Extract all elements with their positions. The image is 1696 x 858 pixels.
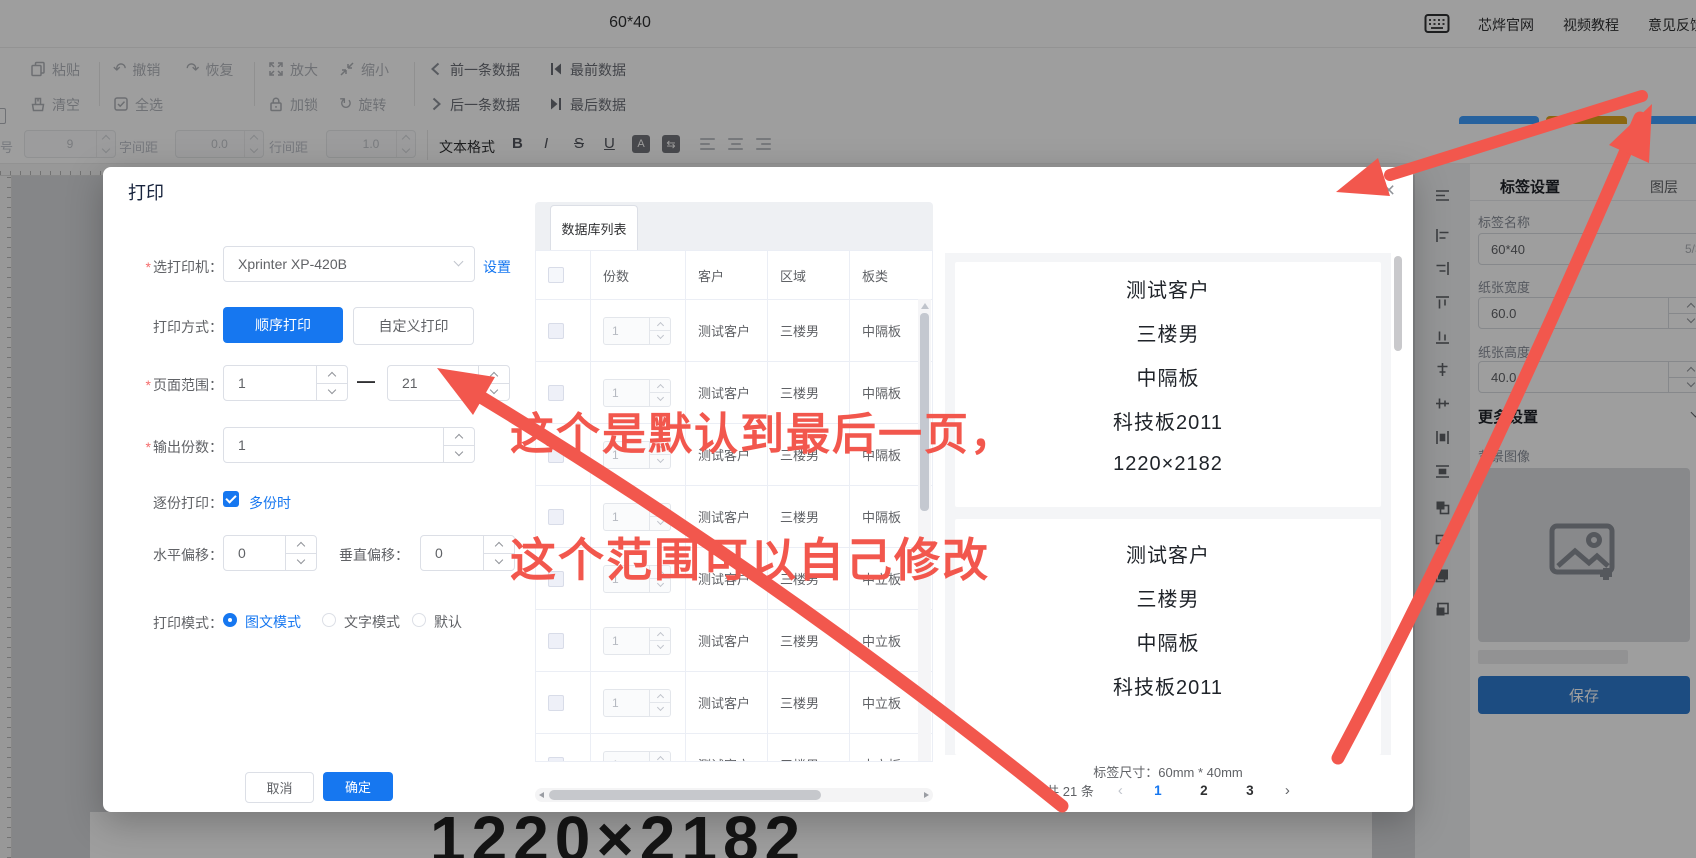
page-range-label: * 页面范围： — [145, 377, 223, 393]
cancel-button[interactable]: 取消 — [245, 772, 314, 803]
vertical-offset-input[interactable]: 0 — [420, 535, 515, 571]
tab-database-list[interactable]: 数据库列表 — [550, 205, 638, 251]
check-icon — [225, 492, 237, 504]
horizontal-offset-label: 水平偏移： — [153, 547, 223, 563]
preview-scrollbar-thumb[interactable] — [1394, 256, 1402, 351]
close-icon[interactable]: × — [1375, 177, 1403, 205]
select-all-checkbox[interactable] — [548, 267, 564, 283]
chevron-down-icon — [453, 256, 464, 267]
page-range-to-input[interactable]: 21 — [387, 365, 510, 401]
pagination-prev-icon[interactable]: ‹ — [1118, 782, 1123, 799]
annotation-text-1: 这个是默认到最后一页， — [510, 410, 1016, 459]
copies-input[interactable]: 1 — [223, 427, 475, 463]
custom-print-button[interactable]: 自定义打印 — [353, 307, 474, 345]
row-copies-stepper[interactable]: 1 — [603, 316, 671, 345]
radio-text-mode-label[interactable]: 文字模式 — [344, 612, 400, 632]
radio-graphic-mode-label[interactable]: 图文模式 — [245, 612, 301, 632]
col-header-customer: 客户 — [686, 251, 768, 299]
row-checkbox[interactable] — [548, 508, 564, 525]
scroll-right-arrow-icon[interactable] — [924, 792, 929, 798]
print-dialog: 打印 × * 选打印机： Xprinter XP-420B 设置 打印方式： 顺序… — [103, 167, 1413, 812]
row-checkbox[interactable] — [548, 632, 564, 649]
sequential-print-button[interactable]: 顺序打印 — [223, 307, 343, 343]
table-row: 1 测试客户 三楼男 中立板 — [536, 610, 932, 672]
scroll-up-arrow-icon[interactable] — [920, 303, 929, 309]
radio-default-mode-label[interactable]: 默认 — [434, 612, 462, 632]
range-dash: — — [357, 371, 375, 391]
collate-label: 逐份打印： — [153, 495, 223, 511]
table-row: 1 测试客户 三楼男 中隔板 — [536, 300, 932, 362]
collate-checkbox[interactable] — [223, 491, 239, 507]
printer-select[interactable]: Xprinter XP-420B — [223, 246, 475, 282]
copies-label: * 输出份数： — [145, 439, 223, 455]
label-preview-card: 测试客户 三楼男 中隔板 科技板2011 — [955, 519, 1381, 755]
page-range-from-stepper[interactable] — [316, 366, 347, 400]
page-2[interactable]: 2 — [1193, 783, 1215, 798]
data-table: 份数 客户 区域 板类 1 测试客户 三楼男 中隔板 1 测试客户 三楼男 中隔… — [535, 250, 933, 762]
row-copies-stepper[interactable]: 1 — [603, 688, 671, 717]
col-header-board: 板类 — [862, 268, 889, 284]
label-preview-card: 测试客户 三楼男 中隔板 科技板2011 1220×2182 — [955, 262, 1381, 507]
col-header-region: 区域 — [768, 251, 850, 299]
table-horizontal-scrollbar[interactable] — [535, 788, 933, 802]
pagination: 共 21 条 ‹ 1 2 3 › — [945, 779, 1391, 801]
radio-graphic-mode[interactable] — [223, 613, 237, 627]
app-root: 60*40 芯烨官网 视频教程 意见反馈 粘贴 清空 ↶ 撤销 ↷ 恢复 — [0, 0, 1696, 858]
col-header-copies: 份数 — [591, 251, 686, 299]
page-1[interactable]: 1 — [1147, 783, 1169, 798]
printer-settings-link[interactable]: 设置 — [483, 257, 511, 277]
radio-default-mode[interactable] — [412, 613, 426, 627]
render-mode-label: 打印模式： — [153, 615, 223, 631]
pagination-total: 共 21 条 — [1046, 783, 1094, 799]
pagination-next-icon[interactable]: › — [1285, 782, 1290, 799]
page-range-to-stepper[interactable] — [478, 366, 509, 400]
table-row: 1 测试客户 三楼男 中立板 — [536, 672, 932, 734]
scrollbar-thumb[interactable] — [549, 790, 821, 800]
print-method-label: 打印方式： — [153, 319, 223, 335]
table-row: 1 测试客户 三楼男 中立板 — [536, 734, 932, 761]
row-copies-stepper[interactable]: 1 — [603, 626, 671, 655]
collate-option-label[interactable]: 多份时 — [249, 493, 291, 513]
row-checkbox[interactable] — [548, 322, 564, 339]
scroll-left-arrow-icon[interactable] — [539, 792, 544, 798]
page-range-from-input[interactable]: 1 — [223, 365, 348, 401]
label-preview-panel: 测试客户 三楼男 中隔板 科技板2011 1220×2182 测试客户 三楼男 … — [945, 253, 1391, 755]
vertical-offset-label: 垂直偏移： — [339, 547, 409, 563]
copies-stepper[interactable] — [443, 428, 474, 462]
confirm-button[interactable]: 确定 — [323, 772, 393, 801]
row-checkbox[interactable] — [548, 694, 564, 711]
printer-select-label: * 选打印机： — [145, 259, 223, 275]
radio-text-mode[interactable] — [322, 613, 336, 627]
page-3[interactable]: 3 — [1239, 783, 1261, 798]
dialog-title: 打印 — [128, 183, 164, 203]
table-header-row: 份数 客户 区域 板类 — [536, 251, 932, 300]
row-copies-stepper[interactable]: 1 — [603, 750, 671, 761]
radio-dot — [228, 618, 232, 622]
row-checkbox[interactable] — [548, 756, 564, 761]
annotation-text-2: 这个范围可以自己修改 — [510, 534, 990, 586]
